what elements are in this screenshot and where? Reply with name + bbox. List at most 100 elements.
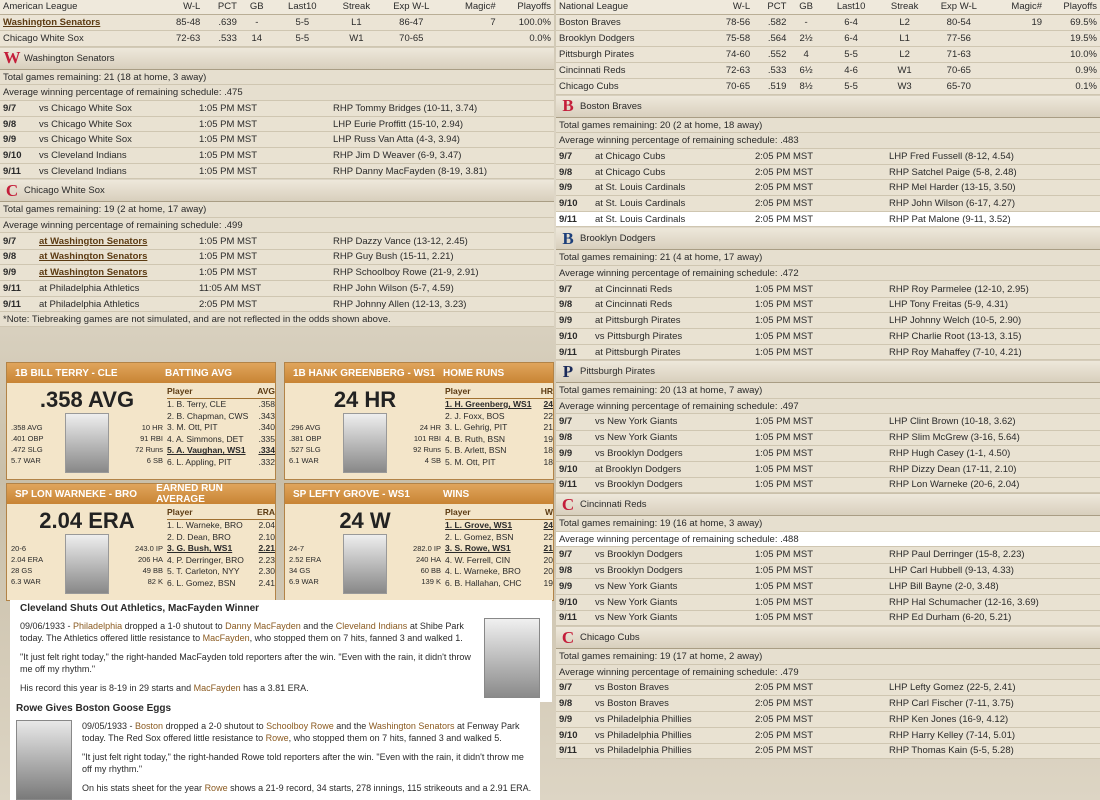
player-link[interactable]: Rowe bbox=[266, 733, 289, 743]
column-header[interactable]: American League bbox=[0, 0, 161, 15]
player-link[interactable]: Danny MacFayden bbox=[225, 621, 301, 631]
leaderboard-row[interactable]: 6. L. Gomez, BSN 2.41 bbox=[167, 578, 275, 590]
opponent[interactable]: vs Brooklyn Dodgers bbox=[592, 563, 752, 580]
leader-name[interactable]: 5. A. Vaughan, WS1 bbox=[167, 445, 246, 457]
leaderboard-row[interactable]: 3. S. Rowe, WS1 21 bbox=[445, 543, 553, 555]
leaderboard-row[interactable]: 2. B. Chapman, CWS .343 bbox=[167, 411, 275, 423]
opponent[interactable]: vs Philadelphia Phillies bbox=[592, 743, 752, 760]
leaderboard-row[interactable]: 1. L. Warneke, BRO 2.04 bbox=[167, 520, 275, 532]
schedule-row[interactable]: 9/11 vs Brooklyn Dodgers 1:05 PM MST RHP Lo… bbox=[556, 477, 1100, 494]
opponent[interactable]: at Cincinnati Reds bbox=[592, 281, 752, 298]
column-header[interactable]: Last10 bbox=[273, 0, 331, 15]
column-header[interactable]: Magic# bbox=[987, 0, 1046, 15]
leaderboard-row[interactable]: 1. L. Grove, WS1 24 bbox=[445, 520, 553, 532]
team-name[interactable]: Brooklyn Dodgers bbox=[580, 233, 656, 244]
schedule-row[interactable]: 9/10 vs Pittsburgh Pirates 1:05 PM MST RHP … bbox=[556, 328, 1100, 345]
leader-name[interactable]: 5. B. Arlett, BSN bbox=[445, 445, 506, 457]
schedule-row[interactable]: 9/8 vs Chicago White Sox 1:05 PM MST LHP Eu… bbox=[0, 116, 554, 133]
opponent[interactable]: vs Cleveland Indians bbox=[36, 163, 196, 180]
opponent[interactable]: vs Brooklyn Dodgers bbox=[592, 547, 752, 564]
leaderboard-row[interactable]: 5. M. Ott, PIT 18 bbox=[445, 457, 553, 469]
team-name[interactable]: Chicago Cubs bbox=[580, 632, 640, 643]
schedule-row[interactable]: 9/7 at Washington Senators 1:05 PM MST RHP … bbox=[0, 233, 554, 250]
leader-name[interactable]: 4. B. Ruth, BSN bbox=[445, 434, 505, 446]
team-link[interactable]: Washington Senators bbox=[0, 14, 161, 31]
leader-name[interactable]: 4. P. Derringer, BRO bbox=[167, 555, 244, 567]
column-header[interactable]: GB bbox=[239, 0, 274, 15]
team-name[interactable]: Chicago White Sox bbox=[24, 185, 105, 196]
leader-card[interactable]: SP LEFTY GROVE - WS1 WINS 24 W 24-7 2.52 ERA… bbox=[284, 483, 554, 601]
leaderboard-row[interactable]: 5. B. Arlett, BSN 18 bbox=[445, 445, 553, 457]
schedule-row[interactable]: 9/8 vs New York Giants 1:05 PM MST RHP Slim… bbox=[556, 430, 1100, 447]
opponent[interactable]: vs Pittsburgh Pirates bbox=[592, 328, 752, 345]
column-header[interactable]: GB bbox=[789, 0, 823, 15]
opponent[interactable]: at Washington Senators bbox=[36, 233, 196, 250]
leaderboard-row[interactable]: 4. W. Ferrell, CIN 20 bbox=[445, 555, 553, 567]
team-link[interactable]: Cincinnati Reds bbox=[556, 62, 711, 79]
opponent[interactable]: at St. Louis Cardinals bbox=[592, 179, 752, 197]
schedule-row[interactable]: 9/11 at Philadelphia Athletics 11:05 AM MS… bbox=[0, 280, 554, 297]
schedule-row[interactable]: 9/9 at Pittsburgh Pirates 1:05 PM MST LHP J… bbox=[556, 312, 1100, 329]
leader-name[interactable]: 3. S. Rowe, WS1 bbox=[445, 543, 511, 555]
schedule-row[interactable]: 9/9 vs Philadelphia Phillies 2:05 PM MST RH… bbox=[556, 711, 1100, 728]
schedule-row[interactable]: 9/7 at Chicago Cubs 2:05 PM MST LHP Fred Fu… bbox=[556, 148, 1100, 165]
leader-name[interactable]: 4. L. Warneke, BRO bbox=[445, 566, 521, 578]
schedule-row[interactable]: 9/10 vs Cleveland Indians 1:05 PM MST RHP J… bbox=[0, 147, 554, 164]
column-header[interactable]: W-L bbox=[160, 0, 204, 15]
schedule-row[interactable]: 9/11 at Philadelphia Athletics 2:05 PM MST… bbox=[0, 296, 554, 313]
opponent[interactable]: at Philadelphia Athletics bbox=[36, 296, 196, 313]
opponent[interactable]: vs Chicago White Sox bbox=[36, 116, 196, 133]
leader-name[interactable]: 3. L. Gehrig, PIT bbox=[445, 422, 507, 434]
column-header[interactable]: Exp W-L bbox=[381, 0, 441, 15]
schedule-row[interactable]: 9/8 at Cincinnati Reds 1:05 PM MST LHP Tony… bbox=[556, 297, 1100, 314]
player-link[interactable]: MacFayden bbox=[203, 633, 250, 643]
column-header[interactable]: PCT bbox=[753, 0, 790, 15]
leaderboard-row[interactable]: 2. L. Gomez, BSN 22 bbox=[445, 532, 553, 544]
leader-name[interactable]: 6. L. Appling, PIT bbox=[167, 457, 232, 469]
leader-name[interactable]: 3. M. Ott, PIT bbox=[167, 422, 218, 434]
opponent[interactable]: at St. Louis Cardinals bbox=[592, 211, 752, 228]
opponent[interactable]: vs New York Giants bbox=[592, 610, 752, 627]
column-header[interactable]: Playoffs bbox=[1045, 0, 1100, 15]
opponent[interactable]: at Cincinnati Reds bbox=[592, 297, 752, 314]
schedule-row[interactable]: 9/11 at St. Louis Cardinals 2:05 PM MST RHP… bbox=[556, 211, 1100, 228]
leader-name[interactable]: 2. J. Foxx, BOS bbox=[445, 411, 505, 423]
leader-card[interactable]: 1B HANK GREENBERG - WS1 HOME RUNS 24 HR .29… bbox=[284, 362, 554, 480]
opponent[interactable]: at Chicago Cubs bbox=[592, 148, 752, 165]
leaderboard-row[interactable]: 4. B. Ruth, BSN 19 bbox=[445, 434, 553, 446]
leaderboard-row[interactable]: 3. G. Bush, WS1 2.21 bbox=[167, 543, 275, 555]
team-link[interactable]: Boston Braves bbox=[556, 14, 711, 31]
leader-card[interactable]: SP LON WARNEKE - BRO EARNED RUN AVERAGE 2.… bbox=[6, 483, 276, 601]
team-name[interactable]: Boston Braves bbox=[580, 101, 642, 112]
leaderboard-row[interactable]: 3. M. Ott, PIT .340 bbox=[167, 422, 275, 434]
column-header[interactable]: Streak bbox=[330, 0, 382, 15]
leader-card[interactable]: 1B BILL TERRY - CLE BATTING AVG .358 AVG .3… bbox=[6, 362, 276, 480]
schedule-row[interactable]: 9/10 at Brooklyn Dodgers 1:05 PM MST RHP Di… bbox=[556, 461, 1100, 478]
opponent[interactable]: vs Boston Braves bbox=[592, 680, 752, 697]
schedule-row[interactable]: 9/8 at Washington Senators 1:05 PM MST RHP … bbox=[0, 249, 554, 266]
schedule-row[interactable]: 9/11 vs Philadelphia Phillies 2:05 PM MST R… bbox=[556, 743, 1100, 760]
leader-name[interactable]: 1. L. Grove, WS1 bbox=[445, 520, 512, 532]
team-link[interactable]: Philadelphia bbox=[73, 621, 122, 631]
leaderboard-row[interactable]: 3. L. Gehrig, PIT 21 bbox=[445, 422, 553, 434]
leaderboard-row[interactable]: 2. D. Dean, BRO 2.10 bbox=[167, 532, 275, 544]
team-link[interactable]: Cleveland Indians bbox=[336, 621, 408, 631]
opponent[interactable]: at Washington Senators bbox=[36, 249, 196, 266]
team-link[interactable]: Chicago White Sox bbox=[0, 30, 161, 47]
schedule-row[interactable]: 9/7 vs Brooklyn Dodgers 1:05 PM MST RHP Pau… bbox=[556, 547, 1100, 564]
leader-name[interactable]: 5. T. Carleton, NYY bbox=[167, 566, 240, 578]
leader-name[interactable]: 3. G. Bush, WS1 bbox=[167, 543, 232, 555]
schedule-row[interactable]: 9/10 vs Philadelphia Phillies 2:05 PM MST R… bbox=[556, 727, 1100, 744]
schedule-row[interactable]: 9/7 vs New York Giants 1:05 PM MST LHP Clin… bbox=[556, 414, 1100, 431]
schedule-row[interactable]: 9/9 vs Brooklyn Dodgers 1:05 PM MST RHP Hug… bbox=[556, 445, 1100, 462]
leaderboard-row[interactable]: 5. A. Vaughan, WS1 .334 bbox=[167, 445, 275, 457]
leaderboard-row[interactable]: 4. P. Derringer, BRO 2.23 bbox=[167, 555, 275, 567]
leader-name[interactable]: 1. B. Terry, CLE bbox=[167, 399, 226, 411]
leaderboard-row[interactable]: 4. A. Simmons, DET .335 bbox=[167, 434, 275, 446]
opponent[interactable]: vs Brooklyn Dodgers bbox=[592, 445, 752, 462]
leader-player-name[interactable]: SP LON WARNEKE - BRO bbox=[15, 489, 156, 500]
leader-name[interactable]: 6. L. Gomez, BSN bbox=[167, 578, 236, 590]
player-link[interactable]: Rowe bbox=[205, 783, 228, 793]
opponent[interactable]: vs New York Giants bbox=[592, 430, 752, 447]
opponent[interactable]: vs New York Giants bbox=[592, 594, 752, 611]
